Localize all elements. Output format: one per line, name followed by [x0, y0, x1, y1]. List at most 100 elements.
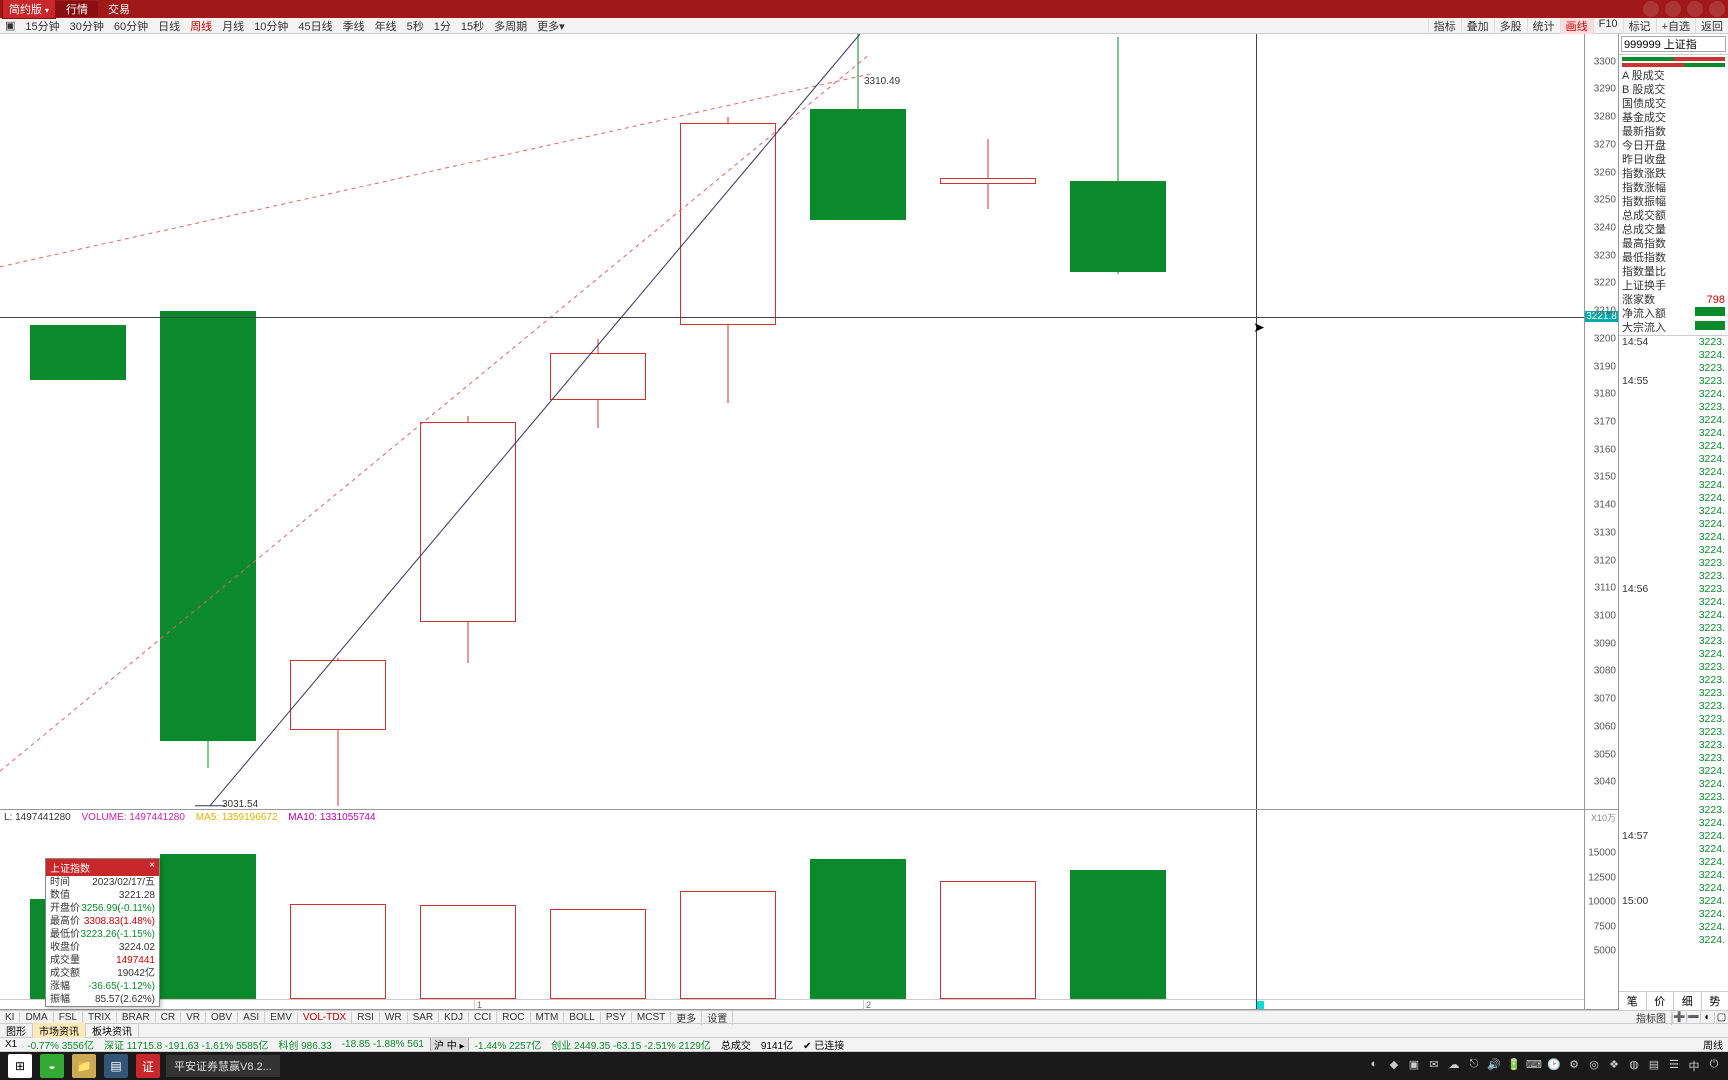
tf-45d[interactable]: 45日线	[293, 18, 337, 34]
indicator-tab[interactable]: SAR	[408, 1012, 440, 1023]
tf-60m[interactable]: 60分钟	[109, 18, 153, 34]
side-panel-tabs: 笔 价 细 势	[1619, 991, 1728, 1010]
candlestick-chart[interactable]: 3310.49 3031.54 ➤ 3221.8 330032903280327…	[0, 34, 1618, 810]
tray-icon[interactable]: ▤	[1646, 1058, 1662, 1074]
tf-month[interactable]: 月线	[217, 18, 249, 34]
tool-stats[interactable]: 统计	[1527, 18, 1560, 34]
bottom-tabs: 图形 市场资讯 板块资讯	[0, 1024, 1728, 1038]
tray-icon[interactable]: ◍	[1626, 1058, 1642, 1074]
start-button[interactable]: ⊞	[8, 1054, 32, 1078]
sp-tab-bi[interactable]: 笔	[1619, 992, 1647, 1010]
indicator-tab[interactable]: EMV	[265, 1012, 298, 1023]
indicator-tab[interactable]: OBV	[206, 1012, 238, 1023]
taskbar-explorer-icon[interactable]: 📁	[72, 1054, 96, 1078]
taskbar-app-icon[interactable]: ▤	[104, 1054, 128, 1078]
tf-30m[interactable]: 30分钟	[65, 18, 109, 34]
indicator-tab[interactable]: CCI	[469, 1012, 497, 1023]
tf-day[interactable]: 日线	[153, 18, 185, 34]
titlebar-icon-1[interactable]	[1643, 1, 1659, 17]
titlebar-icon-4[interactable]	[1709, 1, 1725, 17]
tray-icon[interactable]: ◐	[1366, 1058, 1382, 1074]
tf-more[interactable]: 更多▾	[532, 18, 570, 34]
tray-icon[interactable]: 中	[1686, 1058, 1702, 1074]
indicator-tab[interactable]: PSY	[601, 1012, 632, 1023]
tool-drawline[interactable]: 画线	[1560, 18, 1593, 34]
zoom-in-icon[interactable]: ➕	[1672, 1012, 1686, 1023]
bot-tab-market-news[interactable]: 市场资讯	[33, 1023, 86, 1038]
bot-tab-sector-news[interactable]: 板块资讯	[86, 1023, 139, 1038]
tf-1m[interactable]: 1分	[429, 18, 456, 34]
tf-multi[interactable]: 多周期	[489, 18, 532, 34]
indicator-tab[interactable]: CR	[156, 1012, 181, 1023]
taskbar-active-app-title[interactable]: 平安证券慧赢V8.2...	[166, 1055, 280, 1077]
stock-code-input[interactable]	[1621, 36, 1726, 52]
menu-trade[interactable]: 交易	[98, 1, 140, 17]
indicator-tab[interactable]: KI	[0, 1012, 20, 1023]
tool-indicator[interactable]: 指标	[1428, 18, 1461, 34]
tray-icon[interactable]: ⎋	[1466, 1058, 1482, 1074]
layout-icon[interactable]: ▣	[0, 19, 20, 32]
indicator-tab[interactable]: KDJ	[439, 1012, 469, 1023]
tray-icon[interactable]: ◆	[1386, 1058, 1402, 1074]
tf-10m[interactable]: 10分钟	[249, 18, 293, 34]
tool-addfav[interactable]: +自选	[1656, 18, 1695, 34]
titlebar-icon-2[interactable]	[1665, 1, 1681, 17]
half-icon[interactable]: ◐	[1700, 1012, 1714, 1023]
tf-week[interactable]: 周线	[185, 18, 217, 34]
system-tray[interactable]: ◐◆▣✉☁⎋🔊🔋⌨🕑⚙◎❖◍▤☰中⏻	[1364, 1058, 1724, 1074]
tray-icon[interactable]: ✉	[1426, 1058, 1442, 1074]
indicator-tab[interactable]: 更多	[671, 1010, 702, 1025]
indicator-tab[interactable]: VR	[181, 1012, 206, 1023]
tf-15s[interactable]: 15秒	[456, 18, 489, 34]
bot-tab-chart[interactable]: 图形	[0, 1023, 33, 1038]
tool-f10[interactable]: F10	[1593, 18, 1623, 34]
sp-tab-shi[interactable]: 势	[1702, 992, 1728, 1010]
close-icon[interactable]: ×	[149, 860, 155, 875]
tray-icon[interactable]: ☰	[1666, 1058, 1682, 1074]
indicator-tab[interactable]: ROC	[497, 1012, 530, 1023]
tf-quarter[interactable]: 季线	[338, 18, 370, 34]
indicator-tab[interactable]: MTM	[531, 1012, 565, 1023]
tool-multistock[interactable]: 多股	[1494, 18, 1527, 34]
indicator-tab[interactable]: DMA	[20, 1012, 53, 1023]
taskbar-active-app-icon[interactable]: 证	[136, 1054, 160, 1078]
indicator-tab[interactable]: 设置	[702, 1010, 733, 1025]
indicator-tab[interactable]: FSL	[54, 1012, 83, 1023]
indicator-tab[interactable]: WR	[380, 1012, 408, 1023]
tray-icon[interactable]: ▣	[1406, 1058, 1422, 1074]
tf-15m[interactable]: 15分钟	[20, 18, 64, 34]
tf-5s[interactable]: 5秒	[402, 18, 429, 34]
indicator-tab[interactable]: ASI	[238, 1012, 265, 1023]
tray-icon[interactable]: ⚙	[1566, 1058, 1582, 1074]
tf-year[interactable]: 年线	[370, 18, 402, 34]
tick-list[interactable]: 14:543223.3224.3223.14:553223.3224.3223.…	[1619, 335, 1728, 991]
tool-back[interactable]: 返回	[1695, 18, 1728, 34]
tray-icon[interactable]: ❖	[1606, 1058, 1622, 1074]
tool-mark[interactable]: 标记	[1623, 18, 1656, 34]
tray-icon[interactable]: 🕑	[1546, 1058, 1562, 1074]
indicator-tab[interactable]: BRAR	[117, 1012, 156, 1023]
indicator-tab[interactable]: RSI	[352, 1012, 380, 1023]
tray-icon[interactable]: 🔊	[1486, 1058, 1502, 1074]
sp-tab-xi[interactable]: 细	[1674, 992, 1702, 1010]
volume-pane[interactable]: L: 1497441280 VOLUME: 1497441280 MA5: 13…	[0, 810, 1618, 1010]
tray-icon[interactable]: 🔋	[1506, 1058, 1522, 1074]
titlebar-icon-3[interactable]	[1687, 1, 1703, 17]
indicator-tab[interactable]: MCST	[632, 1012, 671, 1023]
taskbar-browser-icon[interactable]: ◒	[40, 1054, 64, 1078]
indicator-tab[interactable]: VOL-TDX	[298, 1012, 352, 1023]
tool-overlay[interactable]: 叠加	[1461, 18, 1494, 34]
zoom-out-icon[interactable]: ➖	[1686, 1012, 1700, 1023]
tray-icon[interactable]: ◎	[1586, 1058, 1602, 1074]
sp-tab-jia[interactable]: 价	[1647, 992, 1675, 1010]
mode-dropdown[interactable]: 简约版	[2, 0, 56, 19]
status-segment: 深证 11715.8 -191.63 -1.61% 5585亿	[99, 1038, 273, 1052]
indicator-tab[interactable]: BOLL	[564, 1012, 601, 1023]
tray-icon[interactable]: ⏻	[1706, 1058, 1722, 1074]
expand-icon[interactable]: ▢	[1714, 1012, 1728, 1023]
menu-quotes[interactable]: 行情	[56, 1, 98, 17]
tray-icon[interactable]: ☁	[1446, 1058, 1462, 1074]
tray-icon[interactable]: ⌨	[1526, 1058, 1542, 1074]
indicator-tab[interactable]: TRIX	[83, 1012, 117, 1023]
volume-axis: X10万 50007500100001250015000	[1584, 810, 1618, 1009]
